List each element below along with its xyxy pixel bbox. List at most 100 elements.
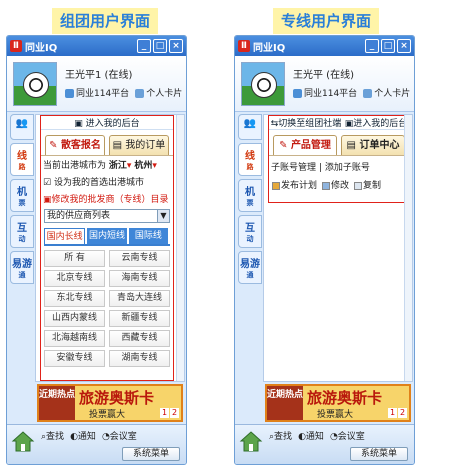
default-city-checkbox[interactable]: ☑ 设为我的首选出港城市	[41, 173, 173, 190]
route-button[interactable]: 新疆专线	[109, 310, 170, 327]
banner-subtitle: 投票赢大	[89, 410, 126, 420]
banner-hot-label: 近期热点	[267, 386, 303, 420]
bottom-bar: ⌕查找 ◐通知 ◔会议室 系统菜单	[235, 424, 414, 464]
soccer-ball-icon	[251, 72, 277, 98]
tab-interact[interactable]: 互动	[238, 215, 262, 248]
backend-link[interactable]: ▣ 进入我的后台	[74, 116, 139, 129]
route-button[interactable]: 海南专线	[109, 270, 170, 287]
city-from[interactable]: 浙江	[109, 161, 127, 171]
card-link[interactable]: 个人卡片	[363, 86, 410, 99]
edit-directory-link[interactable]: ▣修改我的批发商（专线）目录	[41, 190, 173, 207]
avatar[interactable]	[241, 62, 285, 106]
tab-order-center[interactable]: ▤ 订单中心	[341, 135, 405, 155]
subaccount-add-link[interactable]: 添加子账号	[325, 163, 370, 173]
banner-title: 旅游奥斯卡	[79, 389, 155, 407]
home-icon[interactable]	[11, 429, 35, 453]
pen-icon: ✎	[49, 140, 58, 151]
tab-yiyoutong[interactable]: 易游通	[10, 251, 34, 284]
profile-area: 王光平 (在线) 同业114平台 个人卡片	[235, 56, 414, 112]
tab-domestic-long[interactable]: 国内长线	[44, 228, 86, 244]
ad-banner[interactable]: 近期热点 旅游奥斯卡 投票赢大 12	[265, 384, 411, 422]
backend-link[interactable]: ▣进入我的后台	[345, 116, 408, 129]
minimize-button[interactable]: _	[137, 39, 151, 53]
platform-link[interactable]: 同业114平台	[293, 86, 357, 99]
tab-tickets[interactable]: 机票	[238, 179, 262, 212]
route-button[interactable]: 西藏专线	[109, 330, 170, 347]
route-button[interactable]: 青岛大连线	[109, 290, 170, 307]
tab-people[interactable]: 👥	[10, 114, 34, 140]
toolbar: 发布计划 修改 复制	[269, 175, 409, 194]
notify-button[interactable]: ◐通知	[298, 429, 324, 442]
supplier-select[interactable]: 我的供应商列表 ▼	[44, 209, 170, 223]
heading-line-user: 专线用户界面	[273, 8, 380, 34]
tab-my-orders[interactable]: ▤ 我的订单	[109, 135, 169, 155]
banner-hot-label: 近期热点	[39, 386, 75, 420]
edit-button[interactable]: 修改	[322, 178, 349, 191]
banner-page[interactable]: 2	[170, 408, 179, 418]
side-tabs: 👥 线路 机票 互动 易游通	[7, 114, 35, 287]
order-icon: ▤	[112, 140, 123, 151]
tab-individual-signup[interactable]: ✎ 散客报名	[45, 135, 105, 155]
publish-icon	[272, 181, 280, 190]
tab-tickets[interactable]: 机票	[10, 179, 34, 212]
switch-link[interactable]: ⇆切换至组团社端	[271, 116, 342, 129]
tab-yiyoutong[interactable]: 易游通	[238, 251, 262, 284]
tab-interact[interactable]: 互动	[10, 215, 34, 248]
home-icon[interactable]	[239, 429, 263, 453]
search-button[interactable]: ⌕查找	[41, 429, 64, 442]
close-button[interactable]: ×	[169, 39, 183, 53]
maximize-button[interactable]: □	[381, 39, 395, 53]
highlight-box: ⇆切换至组团社端 ▣进入我的后台 ✎ 产品管理 ▤ 订单中心 子账号管理 | 添…	[268, 115, 410, 203]
banner-page[interactable]: 2	[398, 408, 407, 418]
dropdown-icon[interactable]: ▾	[127, 161, 132, 171]
dropdown-icon[interactable]: ▾	[152, 161, 157, 171]
route-button[interactable]: 湖南专线	[109, 350, 170, 367]
maximize-button[interactable]: □	[153, 39, 167, 53]
banner-title: 旅游奥斯卡	[307, 389, 383, 407]
copy-button[interactable]: 复制	[354, 178, 381, 191]
edit-icon	[322, 181, 331, 190]
banner-page[interactable]: 1	[160, 408, 169, 418]
route-button[interactable]: 北京专线	[44, 270, 105, 287]
tab-people[interactable]: 👥	[238, 114, 262, 140]
system-menu-button[interactable]: 系统菜单	[350, 447, 408, 461]
city-row: 当前出港城市为 浙江▾ 杭州▾	[43, 161, 157, 171]
minimize-button[interactable]: _	[365, 39, 379, 53]
route-button[interactable]: 北海越南线	[44, 330, 105, 347]
notify-button[interactable]: ◐通知	[70, 429, 96, 442]
title-bar[interactable]: Ⅱ 同业IQ _ □ ×	[235, 36, 414, 56]
tab-routes[interactable]: 线路	[238, 143, 262, 176]
meeting-button[interactable]: ◔会议室	[102, 429, 137, 442]
subaccount-manage-link[interactable]: 子账号管理	[271, 163, 316, 173]
close-button[interactable]: ×	[397, 39, 411, 53]
city-to[interactable]: 杭州	[134, 161, 152, 171]
route-button[interactable]: 东北专线	[44, 290, 105, 307]
app-logo-icon: Ⅱ	[10, 40, 22, 52]
tab-product-management[interactable]: ✎ 产品管理	[273, 135, 337, 155]
tab-domestic-short[interactable]: 国内短线	[87, 228, 127, 244]
ad-banner[interactable]: 近期热点 旅游奥斯卡 投票赢大 12	[37, 384, 183, 422]
title-bar[interactable]: Ⅱ 同业IQ _ □ ×	[7, 36, 186, 56]
bottom-bar: ⌕查找 ◐通知 ◔会议室 系统菜单	[7, 424, 186, 464]
scrollbar[interactable]	[176, 115, 184, 381]
tab-routes[interactable]: 线路	[10, 143, 34, 176]
profile-area: 王光平1 (在线) 同业114平台 个人卡片	[7, 56, 186, 112]
route-button[interactable]: 所 有	[44, 250, 105, 267]
avatar[interactable]	[13, 62, 57, 106]
platform-link[interactable]: 同业114平台	[65, 86, 129, 99]
search-button[interactable]: ⌕查找	[269, 429, 292, 442]
platform-icon	[65, 89, 74, 98]
route-button[interactable]: 云南专线	[109, 250, 170, 267]
notify-icon: ◐	[70, 432, 78, 442]
meeting-button[interactable]: ◔会议室	[330, 429, 365, 442]
scrollbar[interactable]	[404, 115, 412, 381]
card-link[interactable]: 个人卡片	[135, 86, 182, 99]
tab-international[interactable]: 国际线	[128, 228, 168, 244]
publish-plan-button[interactable]: 发布计划	[272, 178, 317, 191]
separator: |	[318, 163, 322, 173]
banner-page[interactable]: 1	[388, 408, 397, 418]
subaccount-row: 子账号管理 | 添加子账号	[269, 156, 409, 175]
route-button[interactable]: 山西内蒙线	[44, 310, 105, 327]
route-button[interactable]: 安徽专线	[44, 350, 105, 367]
system-menu-button[interactable]: 系统菜单	[122, 447, 180, 461]
